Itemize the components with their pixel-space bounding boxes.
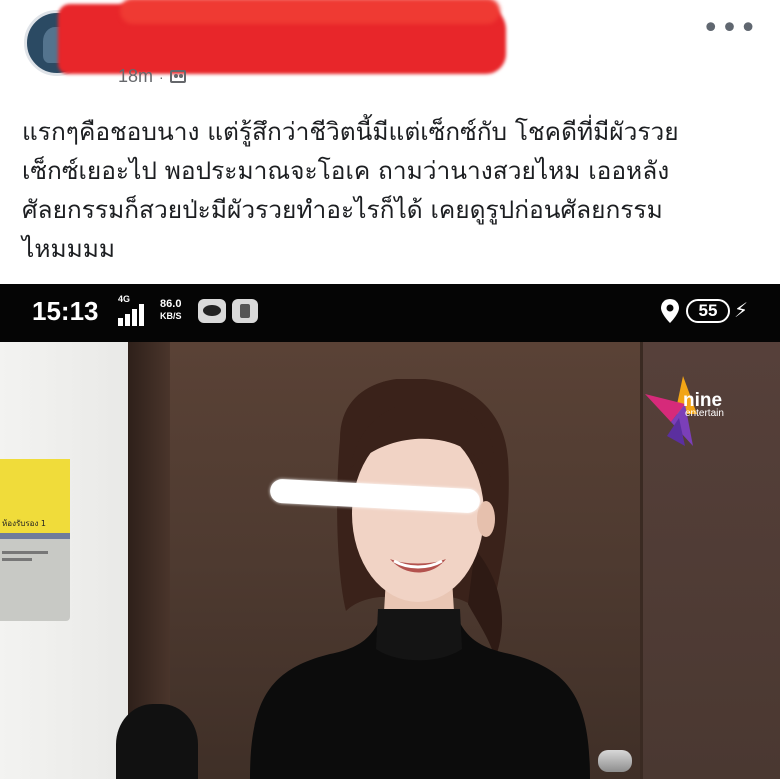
facebook-post: 18m · ••• แรกๆคือชอบนาง แต่รู้สึกว่าชีวิ… bbox=[0, 0, 780, 779]
meta-separator: · bbox=[159, 68, 164, 85]
friends-icon[interactable] bbox=[169, 70, 186, 83]
room-sign-stripe bbox=[0, 533, 70, 539]
battery-icon: 55 bbox=[686, 299, 730, 323]
author-name-redaction-stroke bbox=[120, 0, 500, 24]
network-speed-value: 86.0 bbox=[160, 298, 182, 310]
post-text: แรกๆคือชอบนาง แต่รู้สึกว่าชีวิตนี้มีแต่เ… bbox=[22, 117, 679, 263]
app-notification-icon bbox=[232, 299, 258, 323]
microphone bbox=[116, 704, 198, 779]
location-icon bbox=[661, 299, 679, 323]
post-time[interactable]: 18m bbox=[118, 66, 153, 87]
status-time: 15:13 bbox=[32, 296, 99, 326]
phone-status-bar: 15:13 4G 86.0 KB/S 55 ⚡ bbox=[0, 284, 780, 342]
woman-figure bbox=[250, 379, 590, 779]
post-meta: 18m · bbox=[118, 66, 186, 87]
room-sign: ห้องรับรอง 1 bbox=[0, 459, 70, 621]
signal-icon bbox=[118, 302, 152, 326]
logo-name: nine bbox=[683, 390, 723, 411]
chat-app-icon bbox=[198, 299, 226, 323]
charging-icon: ⚡ bbox=[734, 298, 749, 322]
room-sign-text: ห้องรับรอง 1 bbox=[2, 519, 46, 528]
post-photo[interactable]: 15:13 4G 86.0 KB/S 55 ⚡ ห้องรับรอง 1 nin… bbox=[0, 284, 780, 779]
more-options-button[interactable]: ••• bbox=[702, 14, 758, 44]
network-speed-unit: KB/S bbox=[160, 311, 182, 321]
logo-sub: entertain bbox=[685, 408, 724, 419]
room-sign-details bbox=[2, 547, 48, 561]
network-speed: 86.0 KB/S bbox=[160, 298, 182, 322]
